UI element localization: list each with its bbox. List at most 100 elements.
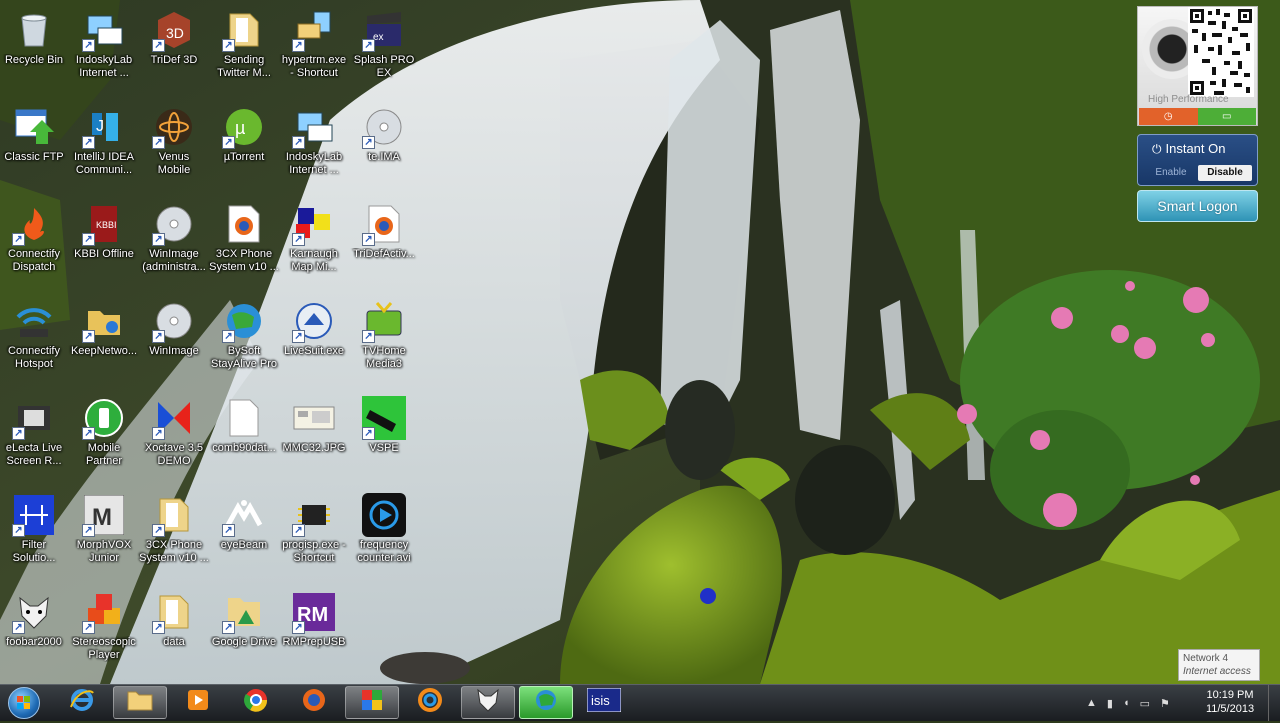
start-button[interactable] [4, 686, 44, 720]
desktop-shortcut[interactable]: ↗ Google Drive [209, 586, 279, 676]
eyebeam-icon: ↗ [222, 493, 266, 537]
desktop-shortcut[interactable]: ↗ Filter Solutio... [0, 489, 69, 579]
desktop-shortcut[interactable]: ex ↗ Splash PRO EX [349, 4, 419, 94]
image-file-icon [292, 396, 336, 440]
desktop-shortcut[interactable]: µ ↗ µTorrent [209, 101, 279, 191]
clock-icon[interactable]: ◷ [1139, 108, 1198, 125]
desktop-shortcut[interactable]: M ↗ MorphVOX Junior [69, 489, 139, 579]
taskbar-button[interactable] [519, 686, 573, 719]
action-center-icon[interactable]: ⚑ [1160, 697, 1170, 710]
desktop-shortcut[interactable]: ↗ IndoskyLab Internet ... [69, 4, 139, 94]
performance-mode-bar[interactable]: ◷ ▭ [1139, 108, 1256, 125]
network-computer-icon: ↗ [82, 8, 126, 52]
desktop-shortcut[interactable]: ↗ TriDefActiv... [349, 198, 419, 288]
desktop-shortcut-label: eyeBeam [220, 539, 268, 551]
desktop-shortcut[interactable]: KBBI ↗ KBBI Offline [69, 198, 139, 288]
desktop-shortcut[interactable]: RM ↗ RMPrepUSB [279, 586, 349, 676]
volume-icon[interactable]: ◖ [1123, 697, 1130, 709]
desktop-shortcut[interactable]: ↗ hypertrm.exe - Shortcut [279, 4, 349, 94]
desktop-shortcut[interactable]: ↗ Sending Twitter M... [209, 4, 279, 94]
desktop-shortcut-label: Splash PRO EX [353, 54, 415, 79]
desktop-shortcut-label: RMPrepUSB [282, 636, 346, 648]
shortcut-arrow-icon: ↗ [152, 330, 165, 343]
disc-icon: ↗ [152, 202, 196, 246]
utorrent-icon: µ ↗ [222, 105, 266, 149]
desktop-shortcut-label: Recycle Bin [4, 54, 64, 66]
desktop-shortcut[interactable]: ↗ Stereoscopic Player [69, 586, 139, 676]
recycle-bin-icon [12, 8, 56, 52]
taskbar-button[interactable] [113, 686, 167, 719]
rm-icon: RM ↗ [292, 590, 336, 634]
tv-icon: ↗ [362, 299, 406, 343]
shortcut-arrow-icon: ↗ [152, 136, 165, 149]
taskbar-button[interactable] [171, 686, 225, 719]
desktop-shortcut[interactable]: comb90dat... [209, 392, 279, 482]
desktop-shortcut-label: Venus Mobile [157, 151, 191, 176]
desktop-shortcut-label: Sending Twitter M... [217, 54, 271, 79]
fox-mask-icon [475, 687, 501, 718]
desktop-shortcut[interactable]: ↗ 3CX Phone System v10 ... [139, 489, 209, 579]
performance-panel[interactable]: High Performance ◷ ▭ [1137, 6, 1258, 126]
desktop-shortcut-label: IndoskyLab Internet ... [285, 151, 343, 176]
desktop-shortcut[interactable]: 3CX Phone System v10 ... [209, 198, 279, 288]
desktop-shortcut[interactable]: ↗ TVHome Media3 [349, 295, 419, 385]
clock-date: 11/5/2013 [1205, 703, 1255, 715]
taskbar-button[interactable] [345, 686, 399, 719]
shortcut-arrow-icon: ↗ [222, 136, 235, 149]
battery-icon[interactable]: ▭ [1197, 108, 1256, 125]
google-drive-folder-icon: ↗ [222, 590, 266, 634]
taskbar-button[interactable]: isis [577, 686, 631, 719]
show-desktop-button[interactable] [1268, 685, 1280, 721]
svg-text:3D: 3D [166, 25, 184, 41]
desktop-shortcut[interactable]: ↗ BySoft StayAlive Pro [209, 295, 279, 385]
desktop-shortcut[interactable]: ↗ IndoskyLab Internet ... [279, 101, 349, 191]
intellij-icon: J ↗ [82, 105, 126, 149]
taskbar-button[interactable] [403, 686, 457, 719]
desktop-shortcut[interactable]: ↗ eyeBeam [209, 489, 279, 579]
power-tray-icon[interactable]: ▮ [1107, 697, 1113, 710]
karnaugh-icon: ↗ [292, 202, 336, 246]
globe-app-icon [533, 687, 559, 718]
desktop-shortcut[interactable]: ↗ te.IMA [349, 101, 419, 191]
cubes-icon: ↗ [82, 590, 126, 634]
disable-button[interactable]: Disable [1198, 165, 1252, 181]
shortcut-arrow-icon: ↗ [292, 39, 305, 52]
desktop-shortcut-label: eLecta Live Screen R... [5, 442, 63, 467]
taskbar-button[interactable] [461, 686, 515, 719]
show-hidden-icons-icon[interactable]: ▲ [1086, 697, 1097, 709]
desktop-shortcut[interactable]: MMC32.JPG [279, 392, 349, 482]
network-tray-icon[interactable]: ▭ [1140, 697, 1150, 710]
desktop-shortcut[interactable]: Classic FTP [0, 101, 69, 191]
desktop-shortcut[interactable]: 3D ↗ TriDef 3D [139, 4, 209, 94]
desktop-shortcut[interactable]: ↗ Karnaugh Map Mi... [279, 198, 349, 288]
taskbar-button[interactable] [55, 686, 109, 719]
shortcut-arrow-icon: ↗ [82, 621, 95, 634]
desktop-shortcut[interactable]: ↗ WinImage [139, 295, 209, 385]
desktop-shortcut[interactable]: ↗ LiveSuit.exe [279, 295, 349, 385]
desktop-shortcut[interactable]: ↗ Venus Mobile [139, 101, 209, 191]
desktop-shortcut[interactable]: ↗ VSPE [349, 392, 419, 482]
desktop-shortcut[interactable]: ↗ foobar2000 [0, 586, 69, 676]
desktop-shortcut[interactable]: ↗ Xoctave 3.5 DEMO [139, 392, 209, 482]
shortcut-arrow-icon: ↗ [292, 233, 305, 246]
desktop-shortcut[interactable]: Connectify Hotspot [0, 295, 69, 385]
desktop-shortcut[interactable]: ↗ eLecta Live Screen R... [0, 392, 69, 482]
desktop-shortcut[interactable]: Recycle Bin [0, 4, 69, 94]
desktop-shortcut[interactable]: ↗ data [139, 586, 209, 676]
desktop-shortcut-label: WinImage (administra... [142, 248, 206, 273]
desktop-shortcut[interactable]: ↗ progisp.exe - Shortcut [279, 489, 349, 579]
desktop-shortcut[interactable]: ↗ Connectify Dispatch [0, 198, 69, 288]
smart-logon-button[interactable]: Smart Logon [1137, 190, 1258, 222]
taskbar-button[interactable] [287, 686, 341, 719]
svg-text:isis: isis [591, 693, 610, 708]
livesuit-icon: ↗ [292, 299, 336, 343]
taskbar-clock[interactable]: 10:19 PM 11/5/2013 [1200, 688, 1260, 716]
desktop-shortcut[interactable]: ↗ WinImage (administra... [139, 198, 209, 288]
desktop-shortcut[interactable]: frequency counter.avi [349, 489, 419, 579]
desktop-shortcut[interactable]: J ↗ IntelliJ IDEA Communi... [69, 101, 139, 191]
taskbar-button[interactable] [229, 686, 283, 719]
enable-button[interactable]: Enable [1144, 165, 1198, 181]
mobile-partner-icon: ↗ [82, 396, 126, 440]
desktop-shortcut[interactable]: ↗ Mobile Partner [69, 392, 139, 482]
desktop-shortcut[interactable]: ↗ KeepNetwo... [69, 295, 139, 385]
